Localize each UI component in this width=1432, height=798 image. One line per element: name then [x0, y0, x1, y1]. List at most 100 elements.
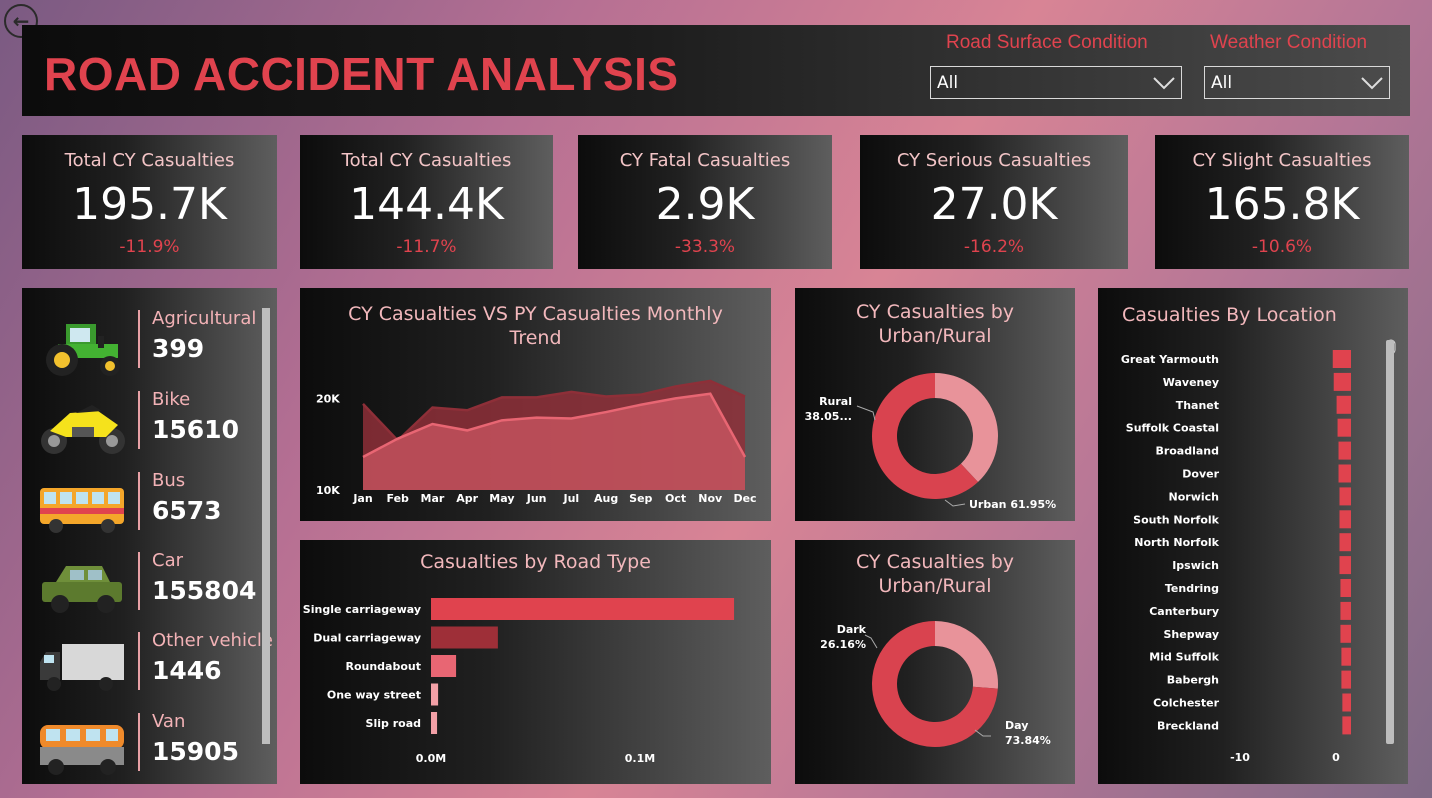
weather-filter-value: All — [1211, 72, 1233, 93]
kpi-total-cy-casualties: Total CY Casualties 195.7K -11.9% — [22, 135, 277, 269]
bar-chart-canvas: Great Yarmouth Waveney Thanet Suffolk Coast… — [1121, 339, 1396, 764]
weather-filter-dropdown[interactable]: All — [1204, 66, 1390, 99]
bar — [1339, 487, 1351, 506]
vehicle-name: Car — [152, 550, 183, 571]
x-tick-label: Feb — [387, 492, 410, 505]
slice-label: Day — [1005, 719, 1028, 732]
x-tick-label: Dec — [733, 492, 756, 505]
bar — [431, 598, 735, 620]
x-tick-label: Nov — [698, 492, 723, 505]
bar-label: North Norfolk — [1134, 536, 1219, 549]
kpi-cy-serious-casualties: CY Serious Casualties 27.0K -16.2% — [860, 135, 1128, 269]
monthly-trend-chart: CY Casualties VS PY Casualties Monthly T… — [300, 288, 771, 521]
bar — [1341, 647, 1351, 666]
kpi-title: Total CY Casualties — [64, 150, 235, 171]
vehicle-name: Van — [152, 711, 186, 732]
donut-slice — [935, 373, 999, 483]
chevron-down-icon — [1361, 76, 1383, 89]
bar — [431, 683, 439, 706]
kpi-delta: -11.7% — [396, 237, 457, 257]
x-tick-label: Sep — [629, 492, 652, 505]
x-tick-label: Oct — [665, 492, 686, 505]
slice-label: Urban 61.95% — [969, 498, 1056, 511]
x-tick-label: Apr — [456, 492, 478, 505]
road-surface-filter-dropdown[interactable]: All — [930, 66, 1182, 99]
vehicle-value: 15905 — [152, 737, 239, 766]
bar-label: Dover — [1182, 468, 1219, 481]
kpi-cy-fatal-casualties: CY Fatal Casualties 2.9K -33.3% — [578, 135, 832, 269]
bar — [1333, 372, 1351, 391]
vehicle-value: 6573 — [152, 496, 222, 525]
bar-label: Shepway — [1163, 628, 1219, 641]
vehicle-item-bike: Bike 15610 — [22, 389, 262, 469]
bar — [431, 626, 498, 649]
bus-icon — [40, 488, 124, 533]
bar-chart-canvas: Single carriageway Dual carriageway Rounda… — [303, 598, 735, 765]
road-surface-filter-label: Road Surface Condition — [946, 32, 1148, 53]
kpi-cy-slight-casualties: CY Slight Casualties 165.8K -10.6% — [1155, 135, 1409, 269]
road-type-chart: Casualties by Road Type Single carriagew… — [300, 540, 771, 784]
y-tick-label: 10K — [316, 484, 340, 497]
donut-chart-canvas: Rural 38.05... Urban 61.95% — [805, 373, 1056, 511]
bar-label: Norwich — [1169, 490, 1219, 503]
bar-label: Dual carriageway — [313, 632, 421, 645]
motorbike-icon — [41, 405, 125, 454]
bar — [1339, 556, 1351, 575]
separator — [138, 310, 140, 368]
vehicle-value: 155804 — [152, 576, 257, 605]
truck-icon — [40, 644, 124, 691]
x-tick-label: May — [489, 492, 514, 505]
slice-label: 38.05... — [805, 410, 852, 423]
location-list-scrollbar[interactable] — [1386, 340, 1394, 744]
road-surface-filter-value: All — [937, 72, 959, 93]
bar-label: Ipswich — [1172, 559, 1219, 572]
slice-label: Rural — [819, 395, 852, 408]
vehicle-value: 15610 — [152, 415, 239, 444]
bar — [1337, 418, 1351, 437]
bar-label: Roundabout — [345, 660, 421, 673]
leader-line — [974, 729, 991, 737]
vehicle-item-agricultural: Agricultural 399 — [22, 308, 262, 388]
x-tick-label: Jul — [563, 492, 580, 505]
kpi-delta: -16.2% — [963, 237, 1025, 257]
location-chart: Casualties By Location Great Yarmouth Wav… — [1098, 288, 1408, 784]
chevron-down-icon — [1153, 76, 1175, 89]
bar-label: Tendring — [1165, 582, 1219, 595]
light-condition-donut: CY Casualties by Urban/Rural Dark 26.16% D… — [795, 540, 1075, 784]
kpi-title: CY Serious Casualties — [896, 150, 1092, 171]
area-chart-canvas: 20K 10K Jan Feb Mar Apr May Jun Jul Aug Sep Oct Nov D… — [316, 379, 757, 505]
bar-label: South Norfolk — [1133, 513, 1220, 526]
leader-line — [856, 405, 876, 421]
x-tick-label: Jan — [352, 492, 372, 505]
bar — [1342, 716, 1351, 735]
donut-slice — [935, 621, 998, 689]
bar-label: Colchester — [1153, 697, 1219, 710]
vehicle-list-scrollbar[interactable] — [262, 308, 270, 744]
kpi-value: 27.0K — [930, 179, 1058, 230]
bar-label: Waveney — [1163, 376, 1219, 389]
bar-label: One way street — [327, 689, 421, 702]
kpi-value: 144.4K — [349, 179, 504, 230]
donut-chart-canvas: Dark 26.16% Day 73.84% — [820, 621, 1051, 747]
bar — [1339, 533, 1351, 552]
bar-label: Mid Suffolk — [1149, 651, 1219, 664]
bar — [1340, 579, 1351, 597]
kpi-title: CY Fatal Casualties — [619, 150, 791, 171]
urban-rural-donut: CY Casualties by Urban/Rural Rural 38.05.… — [795, 288, 1075, 521]
bar — [1336, 395, 1351, 414]
x-tick-label: Mar — [421, 492, 445, 505]
tractor-icon — [46, 324, 120, 376]
separator — [138, 632, 140, 690]
bar — [1342, 693, 1351, 712]
slice-label: 26.16% — [820, 638, 866, 651]
vehicle-item-other: Other vehicle 1446 — [22, 630, 273, 710]
separator — [138, 472, 140, 530]
x-tick-label: -10 — [1230, 751, 1250, 764]
bar — [1332, 350, 1351, 368]
vehicle-value: 399 — [152, 334, 205, 363]
bar — [1338, 464, 1351, 483]
kpi-title: Total CY Casualties — [341, 150, 512, 171]
page-title: ROAD ACCIDENT ANALYSIS — [44, 48, 679, 100]
kpi-delta: -33.3% — [674, 237, 736, 257]
bar — [1338, 441, 1351, 460]
